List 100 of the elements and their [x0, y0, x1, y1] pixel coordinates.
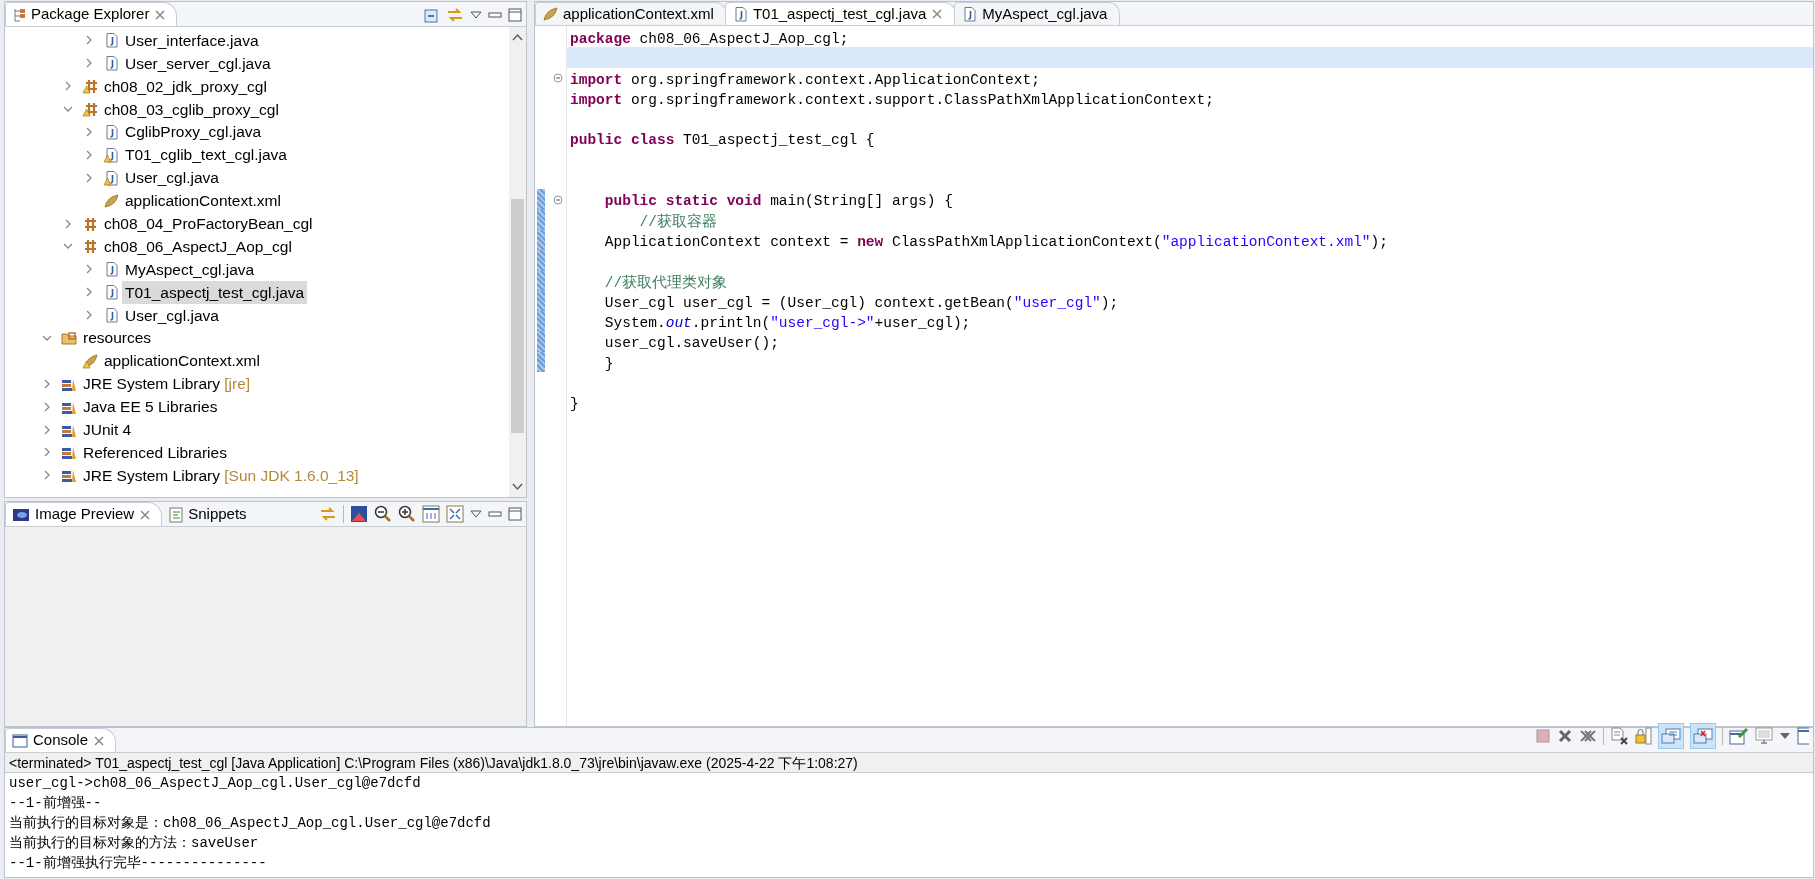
- close-icon[interactable]: [139, 508, 152, 521]
- code-line: }: [569, 395, 579, 415]
- tree-item[interactable]: ch08_03_cglib_proxy_cgl: [101, 97, 282, 121]
- package-icon: [82, 238, 98, 255]
- console-output-line: --1-前增强--: [9, 794, 103, 813]
- tree-item[interactable]: MyAspect_cgl.java: [122, 257, 258, 281]
- dropdown-icon[interactable]: [1779, 731, 1791, 740]
- zoom-in-icon[interactable]: [398, 505, 416, 523]
- zoom-out-icon[interactable]: [374, 505, 392, 523]
- tree-item[interactable]: ch08_04_ProFactoryBean_cgl: [101, 211, 316, 236]
- code-line: User_cgl user_cgl = (User_cgl) context.getBean("user_cgl");: [603, 293, 1119, 313]
- tree-item[interactable]: User_server_cgl.java: [122, 51, 274, 75]
- tree-item[interactable]: User_cgl.java: [122, 303, 222, 327]
- console-output-line: 当前执行的目标对象的方法：saveUser: [9, 834, 260, 853]
- editor-tab[interactable]: T01_aspectj_test_cgl.java: [724, 2, 957, 25]
- tree-item[interactable]: resources: [80, 326, 155, 350]
- editor-tab[interactable]: MyAspect_cgl.java: [954, 2, 1121, 25]
- package-icon: [82, 78, 98, 95]
- code-line: //获取容器: [638, 212, 717, 232]
- scroll-thumb[interactable]: [511, 199, 524, 433]
- tree-item[interactable]: applicationContext.xml: [101, 349, 263, 373]
- show-on-output-toggle[interactable]: [1658, 722, 1684, 749]
- code-line: import org.springframework.context.support.ClassPathXmlApplicationContext;: [569, 90, 1214, 110]
- code-line: System.out.println("user_cgl->"+user_cgl);: [603, 314, 971, 334]
- maximize-icon[interactable]: [508, 8, 522, 22]
- java-file-icon: [103, 307, 119, 324]
- clear-console-icon[interactable]: [1610, 726, 1628, 745]
- view-tab[interactable]: Image Preview: [5, 502, 163, 526]
- scroll-down-icon[interactable]: [512, 483, 523, 491]
- tree-item[interactable]: applicationContext.xml: [122, 189, 284, 213]
- close-icon[interactable]: [93, 734, 106, 747]
- collapse-all-icon[interactable]: [424, 7, 440, 23]
- tree-item[interactable]: User_cgl.java: [122, 166, 222, 190]
- tree-item[interactable]: ch08_06_AspectJ_Aop_cgl: [101, 234, 295, 259]
- code-line: public class T01_aspectj_test_cgl {: [569, 131, 875, 151]
- fold-icon[interactable]: [553, 194, 563, 205]
- tree-item[interactable]: User_interface.java: [122, 28, 262, 53]
- code-line: ApplicationContext context = new ClassPathXmlApplicationContext("applicationContext.xml");: [603, 232, 1388, 252]
- tree-item[interactable]: Referenced Libraries: [80, 440, 230, 465]
- code-line: }: [603, 354, 614, 374]
- minimize-icon[interactable]: [488, 12, 502, 18]
- java-file-icon: [103, 284, 119, 301]
- actual-size-icon[interactable]: [422, 505, 440, 523]
- tree-item[interactable]: JRE System Library [jre]: [80, 372, 254, 396]
- fold-icon[interactable]: [553, 72, 563, 83]
- display-console-icon[interactable]: [1755, 726, 1773, 745]
- console-header: <terminated> T01_aspectj_test_cgl [Java Application] C:\Program Files (x86)\Java\jdk1.8.0_73\jre\bin\javaw.exe (2025-4-22 下午1:08:27): [5, 753, 1813, 773]
- console-icon: [12, 733, 28, 748]
- close-icon[interactable]: [154, 8, 167, 21]
- leaf-icon: [82, 352, 98, 369]
- package-icon: [82, 101, 98, 118]
- java-file-icon: [961, 6, 978, 22]
- show-on-error-toggle[interactable]: [1690, 722, 1716, 749]
- folder-icon: [61, 330, 77, 346]
- scroll-up-icon[interactable]: [512, 33, 523, 41]
- link-arrows-icon[interactable]: [446, 7, 464, 23]
- link-arrows-icon[interactable]: [319, 506, 337, 522]
- close-icon[interactable]: [931, 8, 944, 20]
- pin-console-icon[interactable]: [1729, 726, 1749, 745]
- code-line: user_cgl.saveUser();: [603, 334, 779, 354]
- java-file-icon: [103, 55, 119, 72]
- fit-icon[interactable]: [446, 505, 464, 523]
- tree-item[interactable]: JUnit 4: [80, 417, 135, 442]
- image-icon[interactable]: [350, 505, 368, 523]
- code-line: public static void main(String[] args) {: [603, 192, 953, 212]
- minimize-icon[interactable]: [488, 511, 502, 517]
- view-menu-icon[interactable]: [470, 11, 482, 19]
- code-line: import org.springframework.context.ApplicationContext;: [569, 70, 1040, 90]
- tree-item[interactable]: ch08_02_jdk_proxy_cgl: [101, 74, 270, 98]
- snippets-icon: [169, 506, 184, 523]
- console-output-line: user_cgl->ch08_06_AspectJ_Aop_cgl.User_cgl@e7dcfd: [9, 774, 422, 793]
- maximize-icon[interactable]: [508, 507, 522, 521]
- terminate-icon[interactable]: [1535, 727, 1551, 744]
- eye-icon: [12, 507, 30, 522]
- open-console-icon[interactable]: [1797, 726, 1809, 745]
- java-file-icon: [103, 124, 119, 140]
- view-menu-icon[interactable]: [470, 510, 482, 518]
- java-file-icon: [103, 261, 119, 278]
- remove-icon[interactable]: [1557, 727, 1573, 744]
- leaf-icon: [542, 6, 558, 22]
- scrollbar[interactable]: [509, 27, 526, 497]
- view-tab[interactable]: Package Explorer: [5, 2, 178, 26]
- leaf-icon: [103, 192, 119, 209]
- package-explorer-icon: [12, 6, 26, 23]
- java-file-icon: [103, 146, 119, 163]
- scroll-lock-icon[interactable]: [1634, 726, 1652, 745]
- tree-item[interactable]: Java EE 5 Libraries: [80, 395, 221, 419]
- view-tab[interactable]: Console: [5, 728, 117, 752]
- tree-item[interactable]: JRE System Library [Sun JDK 1.6.0_13]: [80, 463, 362, 487]
- view-tab[interactable]: Snippets: [162, 502, 258, 526]
- package-icon: [82, 215, 98, 232]
- java-file-icon: [103, 32, 119, 49]
- console-output-line: --1-前增强执行完毕---------------: [9, 854, 268, 873]
- remove-all-icon[interactable]: [1579, 727, 1597, 744]
- tree-item[interactable]: CglibProxy_cgl.java: [122, 120, 265, 144]
- tree-item[interactable]: T01_aspectj_test_cgl.java: [122, 280, 308, 304]
- console-output-line: 当前执行的目标对象是：ch08_06_AspectJ_Aop_cgl.User_cgl@e7dcfd: [9, 814, 492, 833]
- editor-tab[interactable]: applicationContext.xml: [535, 2, 727, 25]
- code-line: package ch08_06_AspectJ_Aop_cgl;: [569, 30, 849, 49]
- tree-item[interactable]: T01_cglib_text_cgl.java: [122, 143, 290, 167]
